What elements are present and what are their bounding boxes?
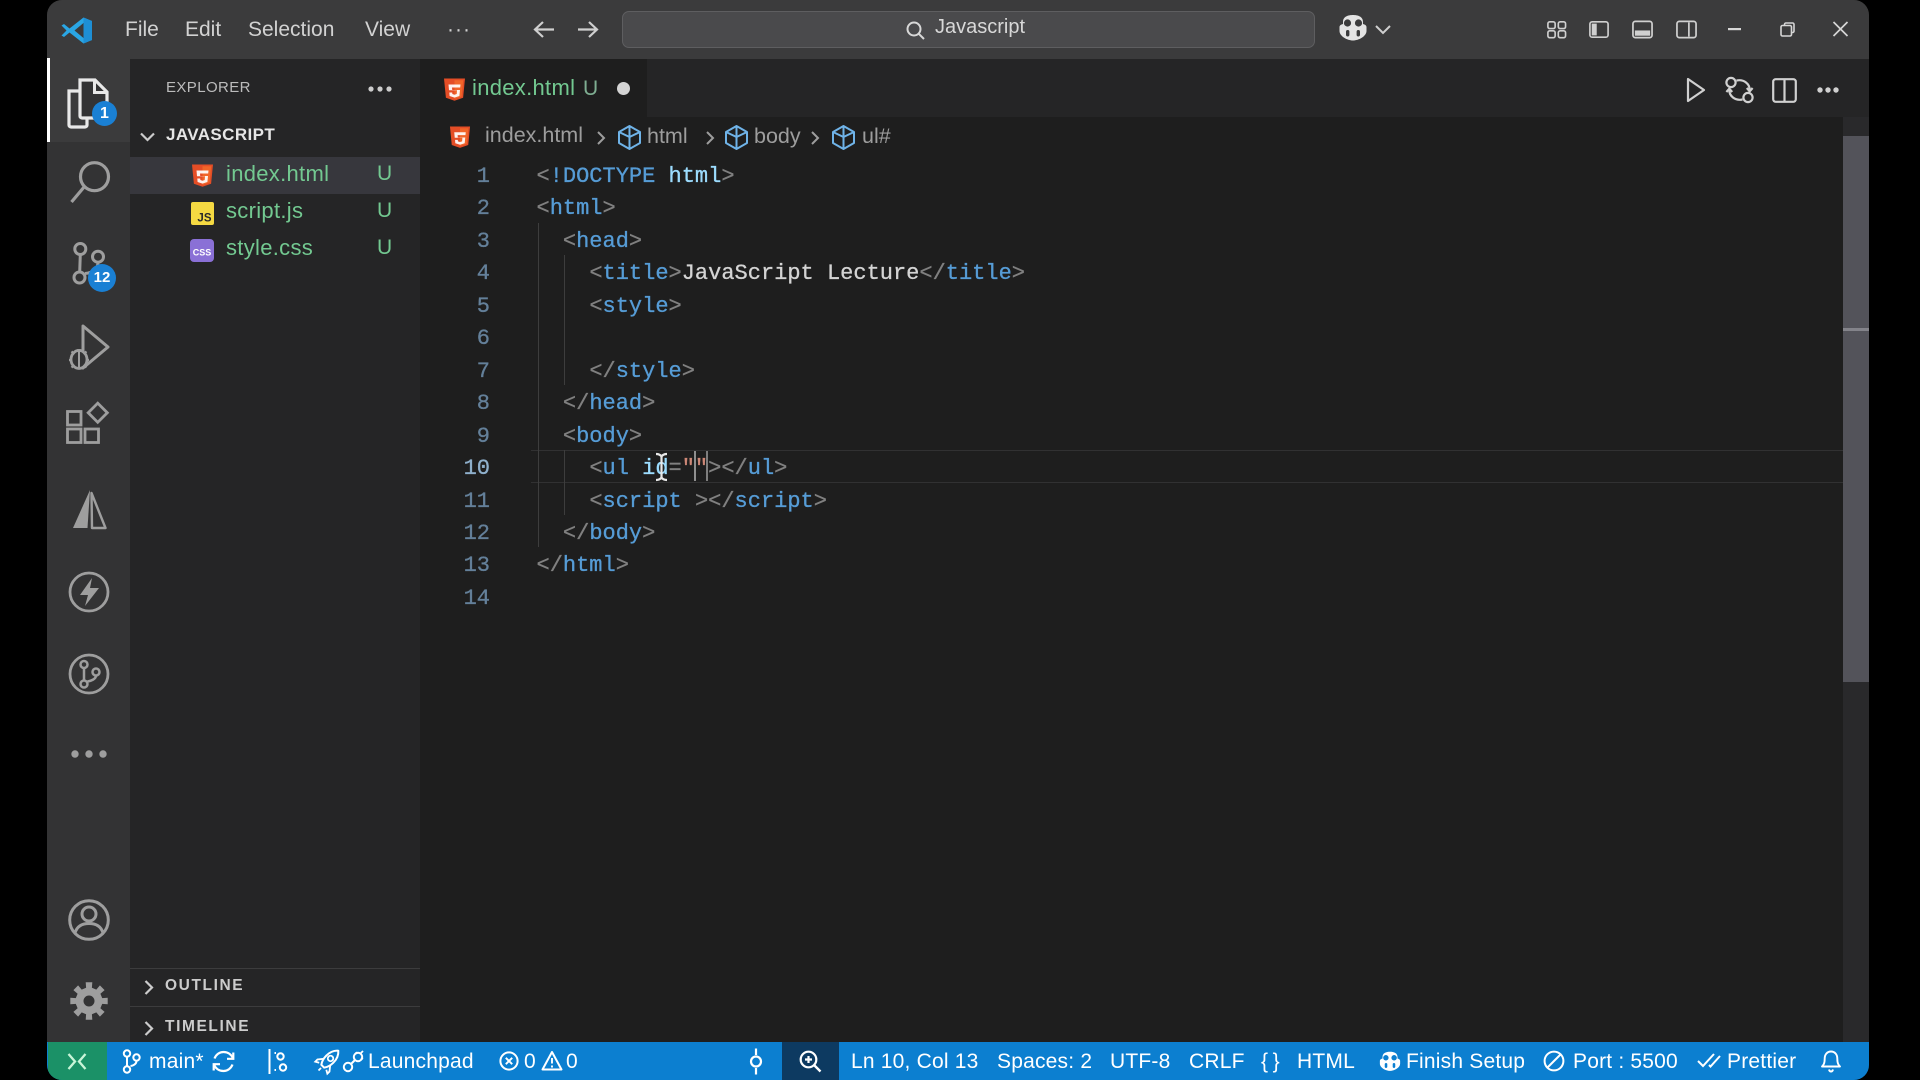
svg-text:CSS: CSS (193, 248, 212, 258)
svg-text:JS: JS (197, 213, 211, 225)
